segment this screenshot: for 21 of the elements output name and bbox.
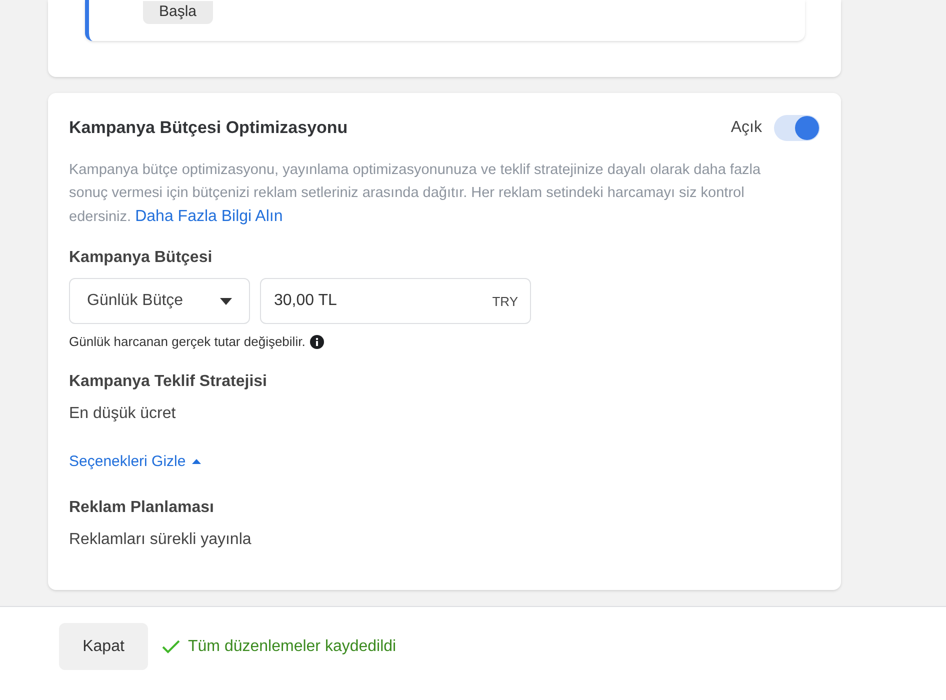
check-icon (162, 640, 180, 654)
description-text: Kampanya bütçe optimizasyonu, yayınlama optimizasyonunuza ve teklif stratejinize dayalı olarak daha fazla sonuç vermesi için bütçenizi reklam setleriniz arasında dağıtır. Her reklam setindeki harcamayı siz kontrol edersiniz. Daha Fazla Bilgi Alın (69, 161, 762, 227)
toggle-switch[interactable] (774, 115, 820, 141)
caret-icon (192, 459, 201, 464)
budget-label: Kampanya Bütçesi (69, 248, 214, 268)
info-icon (310, 334, 324, 349)
currency-label: TRY (492, 293, 518, 311)
hint-text: Günlük harcanan gerçek tutar değişebilir. (69, 333, 306, 351)
schedule-value: Reklamları sürekli yayınla (69, 530, 252, 550)
learn-more-link[interactable]: Daha Fazla Bilgi Alın (135, 208, 283, 225)
hide-options-link[interactable]: Seçenekleri Gizle (69, 450, 201, 473)
close-button[interactable]: Kapat (59, 623, 148, 670)
save-status-text: Tüm düzenlemeler kaydedildi (188, 636, 396, 656)
section-title: Kampanya Bütçesi Optimizasyonu (69, 117, 348, 140)
start-button[interactable]: Başla (143, 0, 213, 24)
bid-strategy-label: Kampanya Teklif Stratejisi (69, 372, 268, 392)
caret-icon (220, 298, 232, 304)
budget-type-dropdown[interactable]: Günlük Bütçe (69, 278, 250, 324)
schedule-label: Reklam Planlaması (69, 498, 215, 518)
toggle-label: Açık (730, 118, 762, 138)
bid-strategy-value: En düşük ücret (69, 404, 177, 424)
